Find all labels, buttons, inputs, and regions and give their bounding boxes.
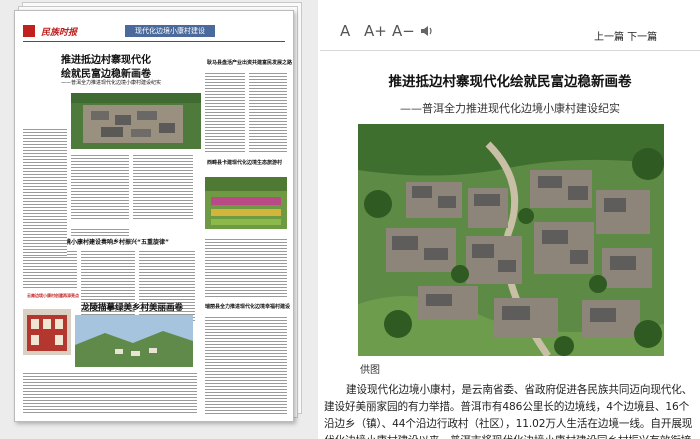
np-text-block	[23, 371, 197, 415]
article-title: 推进抵边村寨现代化绘就民富边稳新画卷	[388, 74, 632, 90]
np-text-block	[23, 127, 67, 257]
np-text-block	[205, 71, 245, 153]
np-box-heading[interactable]: 云南边境小康村创建再添亮点	[27, 293, 79, 299]
np-text-block	[205, 315, 287, 415]
article-subtitle: ——普洱全力推进现代化边境小康村建设纪实	[400, 102, 620, 115]
article-village-photo	[358, 124, 664, 356]
font-size-decrease-button[interactable]: A−	[392, 22, 415, 40]
font-size-normal-button[interactable]: A	[340, 22, 350, 40]
np-text-block	[71, 227, 129, 237]
newspaper-page[interactable]: 民族时报 现代化边境小康村建设 推进抵边村寨现代化 绘就民富边稳新画卷 ——普洱…	[14, 10, 294, 422]
np-building-photo[interactable]	[23, 309, 71, 355]
np-text-block	[133, 153, 193, 221]
np-text-block	[71, 153, 129, 221]
np-text-block	[249, 71, 287, 153]
toolbar-divider	[320, 50, 700, 51]
np-subheadline: ——普洱全力推进现代化边境小康村建设纪实	[61, 80, 162, 86]
np-headline-line-2[interactable]: 绘就民富边稳新画卷	[61, 65, 151, 80]
article-body: 建设现代化边境小康村，是云南省委、省政府促进各民族共同迈向现代化、建设好美丽家园…	[324, 384, 693, 439]
toolbar: A A+ A− 上一篇 下一篇	[320, 18, 700, 48]
np-headline-4[interactable]: 龙陵描摹绿美乡村美丽画卷	[81, 301, 183, 313]
article-pane: A A+ A− 上一篇 下一篇 推进抵边村寨现代化绘就民富边稳新画卷 ——普洱全…	[320, 0, 700, 439]
np-village-photo[interactable]	[71, 93, 201, 149]
np-side-heading-1[interactable]: 耿马县盘活产业出资共建富民发展之路	[207, 59, 292, 66]
np-landscape-photo[interactable]	[75, 315, 193, 367]
font-size-increase-button[interactable]: A+	[364, 22, 387, 40]
masthead-rule	[23, 41, 285, 42]
photo-caption: 供图	[360, 365, 380, 376]
np-side-heading-3[interactable]: 瑞丽县全力推进现代化边境幸福村建设	[205, 303, 290, 310]
prev-next-links[interactable]: 上一篇 下一篇	[594, 28, 657, 43]
masthead-logo	[23, 25, 35, 37]
np-field-photo[interactable]	[205, 177, 287, 229]
np-side-heading-2[interactable]: 西畴县卡建现代化边境生态旅游村	[207, 159, 282, 166]
masthead: 民族时报	[41, 28, 78, 38]
section-title: 现代化边境小康村建设	[125, 25, 215, 37]
np-text-block	[205, 237, 287, 297]
speaker-icon[interactable]	[420, 24, 434, 42]
np-headline-line-1[interactable]: 推进抵边村寨现代化	[61, 51, 151, 66]
newspaper-pane: 民族时报 现代化边境小康村建设 推进抵边村寨现代化 绘就民富边稳新画卷 ——普洱…	[0, 0, 318, 439]
